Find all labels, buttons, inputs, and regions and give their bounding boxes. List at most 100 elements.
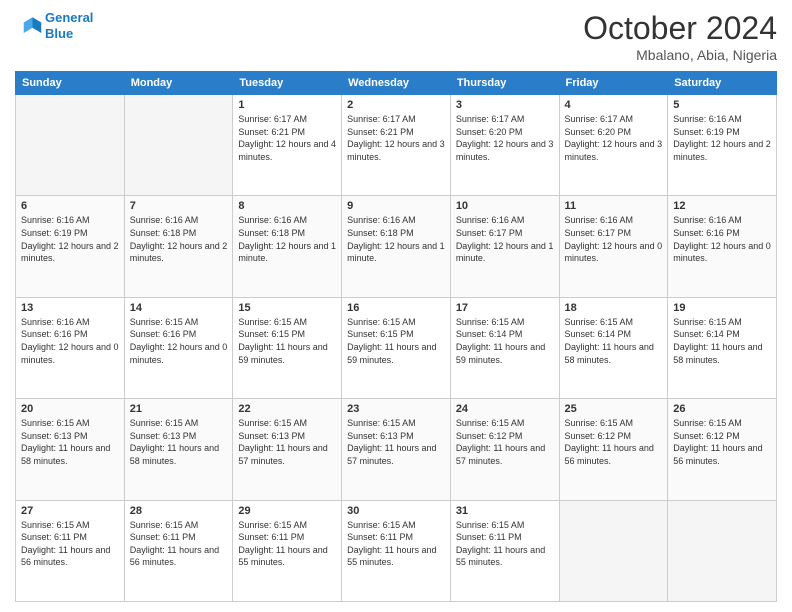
calendar-cell: 23 Sunrise: 6:15 AM Sunset: 6:13 PM Dayli…	[342, 399, 451, 500]
calendar-cell: 17 Sunrise: 6:15 AM Sunset: 6:14 PM Dayli…	[450, 297, 559, 398]
day-info: Sunrise: 6:15 AM Sunset: 6:15 PM Dayligh…	[347, 316, 445, 366]
calendar-cell: 6 Sunrise: 6:16 AM Sunset: 6:19 PM Daylig…	[16, 196, 125, 297]
calendar-cell: 15 Sunrise: 6:15 AM Sunset: 6:15 PM Dayli…	[233, 297, 342, 398]
calendar-cell: 25 Sunrise: 6:15 AM Sunset: 6:12 PM Dayli…	[559, 399, 668, 500]
day-info: Sunrise: 6:17 AM Sunset: 6:20 PM Dayligh…	[565, 113, 663, 163]
day-info: Sunrise: 6:15 AM Sunset: 6:16 PM Dayligh…	[130, 316, 228, 366]
day-info: Sunrise: 6:16 AM Sunset: 6:18 PM Dayligh…	[347, 214, 445, 264]
calendar-cell: 9 Sunrise: 6:16 AM Sunset: 6:18 PM Daylig…	[342, 196, 451, 297]
calendar-week-3: 13 Sunrise: 6:16 AM Sunset: 6:16 PM Dayli…	[16, 297, 777, 398]
calendar-week-4: 20 Sunrise: 6:15 AM Sunset: 6:13 PM Dayli…	[16, 399, 777, 500]
calendar-cell: 28Sunrise: 6:15 AM Sunset: 6:11 PM Dayli…	[124, 500, 233, 601]
logo-text: General Blue	[45, 10, 93, 41]
logo-general: General	[45, 10, 93, 25]
day-info: Sunrise: 6:15 AM Sunset: 6:13 PM Dayligh…	[21, 417, 119, 467]
day-number: 25	[565, 403, 663, 415]
day-info: Sunrise: 6:15 AM Sunset: 6:11 PM Dayligh…	[347, 519, 445, 569]
day-info: Sunrise: 6:16 AM Sunset: 6:16 PM Dayligh…	[21, 316, 119, 366]
day-number: 12	[673, 200, 771, 212]
day-number: 30	[347, 505, 445, 517]
calendar-cell: 2Sunrise: 6:17 AM Sunset: 6:21 PM Daylig…	[342, 95, 451, 196]
day-number: 5	[673, 99, 771, 111]
day-info: Sunrise: 6:15 AM Sunset: 6:12 PM Dayligh…	[565, 417, 663, 467]
day-number: 18	[565, 302, 663, 314]
calendar-cell: 26Sunrise: 6:15 AM Sunset: 6:12 PM Dayli…	[668, 399, 777, 500]
day-header-friday: Friday	[559, 72, 668, 95]
calendar-cell: 10 Sunrise: 6:16 AM Sunset: 6:17 PM Dayli…	[450, 196, 559, 297]
calendar-cell: 22Sunrise: 6:15 AM Sunset: 6:13 PM Dayli…	[233, 399, 342, 500]
calendar-header-row: SundayMondayTuesdayWednesdayThursdayFrid…	[16, 72, 777, 95]
day-info: Sunrise: 6:16 AM Sunset: 6:17 PM Dayligh…	[565, 214, 663, 264]
calendar-week-2: 6 Sunrise: 6:16 AM Sunset: 6:19 PM Daylig…	[16, 196, 777, 297]
logo: General Blue	[15, 10, 93, 41]
day-info: Sunrise: 6:15 AM Sunset: 6:15 PM Dayligh…	[238, 316, 336, 366]
location: Mbalano, Abia, Nigeria	[583, 47, 777, 63]
calendar-cell	[559, 500, 668, 601]
day-number: 13	[21, 302, 119, 314]
day-header-saturday: Saturday	[668, 72, 777, 95]
day-info: Sunrise: 6:16 AM Sunset: 6:17 PM Dayligh…	[456, 214, 554, 264]
calendar-cell: 14 Sunrise: 6:15 AM Sunset: 6:16 PM Dayli…	[124, 297, 233, 398]
logo-blue: Blue	[45, 26, 73, 41]
day-info: Sunrise: 6:15 AM Sunset: 6:13 PM Dayligh…	[130, 417, 228, 467]
calendar-week-5: 27 Sunrise: 6:15 AM Sunset: 6:11 PM Dayli…	[16, 500, 777, 601]
day-number: 9	[347, 200, 445, 212]
calendar-cell: 31 Sunrise: 6:15 AM Sunset: 6:11 PM Dayli…	[450, 500, 559, 601]
day-number: 28	[130, 505, 228, 517]
day-number: 15	[238, 302, 336, 314]
day-number: 7	[130, 200, 228, 212]
day-header-monday: Monday	[124, 72, 233, 95]
day-number: 6	[21, 200, 119, 212]
day-number: 1	[238, 99, 336, 111]
calendar-cell	[124, 95, 233, 196]
day-number: 31	[456, 505, 554, 517]
day-info: Sunrise: 6:16 AM Sunset: 6:19 PM Dayligh…	[673, 113, 771, 163]
day-header-thursday: Thursday	[450, 72, 559, 95]
day-info: Sunrise: 6:17 AM Sunset: 6:21 PM Dayligh…	[347, 113, 445, 163]
calendar-cell: 1 Sunrise: 6:17 AM Sunset: 6:21 PM Daylig…	[233, 95, 342, 196]
day-info: Sunrise: 6:15 AM Sunset: 6:13 PM Dayligh…	[347, 417, 445, 467]
day-info: Sunrise: 6:16 AM Sunset: 6:18 PM Dayligh…	[238, 214, 336, 264]
title-block: October 2024 Mbalano, Abia, Nigeria	[583, 10, 777, 63]
day-number: 24	[456, 403, 554, 415]
day-number: 20	[21, 403, 119, 415]
day-number: 17	[456, 302, 554, 314]
calendar-cell: 24Sunrise: 6:15 AM Sunset: 6:12 PM Dayli…	[450, 399, 559, 500]
calendar-cell: 20 Sunrise: 6:15 AM Sunset: 6:13 PM Dayli…	[16, 399, 125, 500]
calendar-cell	[668, 500, 777, 601]
calendar-cell	[16, 95, 125, 196]
calendar-cell: 3 Sunrise: 6:17 AM Sunset: 6:20 PM Daylig…	[450, 95, 559, 196]
calendar-cell: 29Sunrise: 6:15 AM Sunset: 6:11 PM Dayli…	[233, 500, 342, 601]
day-info: Sunrise: 6:16 AM Sunset: 6:18 PM Dayligh…	[130, 214, 228, 264]
day-number: 4	[565, 99, 663, 111]
day-number: 23	[347, 403, 445, 415]
day-number: 26	[673, 403, 771, 415]
calendar-cell: 19Sunrise: 6:15 AM Sunset: 6:14 PM Dayli…	[668, 297, 777, 398]
day-number: 14	[130, 302, 228, 314]
month-title: October 2024	[583, 10, 777, 47]
day-header-wednesday: Wednesday	[342, 72, 451, 95]
day-number: 3	[456, 99, 554, 111]
day-info: Sunrise: 6:15 AM Sunset: 6:14 PM Dayligh…	[456, 316, 554, 366]
day-info: Sunrise: 6:16 AM Sunset: 6:16 PM Dayligh…	[673, 214, 771, 264]
calendar-cell: 13 Sunrise: 6:16 AM Sunset: 6:16 PM Dayli…	[16, 297, 125, 398]
day-number: 11	[565, 200, 663, 212]
day-info: Sunrise: 6:15 AM Sunset: 6:11 PM Dayligh…	[456, 519, 554, 569]
day-number: 16	[347, 302, 445, 314]
calendar-cell: 21 Sunrise: 6:15 AM Sunset: 6:13 PM Dayli…	[124, 399, 233, 500]
day-info: Sunrise: 6:16 AM Sunset: 6:19 PM Dayligh…	[21, 214, 119, 264]
day-info: Sunrise: 6:17 AM Sunset: 6:21 PM Dayligh…	[238, 113, 336, 163]
day-info: Sunrise: 6:15 AM Sunset: 6:11 PM Dayligh…	[21, 519, 119, 569]
calendar-cell: 30 Sunrise: 6:15 AM Sunset: 6:11 PM Dayli…	[342, 500, 451, 601]
day-header-sunday: Sunday	[16, 72, 125, 95]
day-number: 22	[238, 403, 336, 415]
calendar-cell: 7 Sunrise: 6:16 AM Sunset: 6:18 PM Daylig…	[124, 196, 233, 297]
logo-icon	[15, 12, 43, 40]
day-number: 10	[456, 200, 554, 212]
calendar-cell: 16 Sunrise: 6:15 AM Sunset: 6:15 PM Dayli…	[342, 297, 451, 398]
day-number: 21	[130, 403, 228, 415]
day-info: Sunrise: 6:17 AM Sunset: 6:20 PM Dayligh…	[456, 113, 554, 163]
day-header-tuesday: Tuesday	[233, 72, 342, 95]
header: General Blue October 2024 Mbalano, Abia,…	[15, 10, 777, 63]
day-number: 27	[21, 505, 119, 517]
